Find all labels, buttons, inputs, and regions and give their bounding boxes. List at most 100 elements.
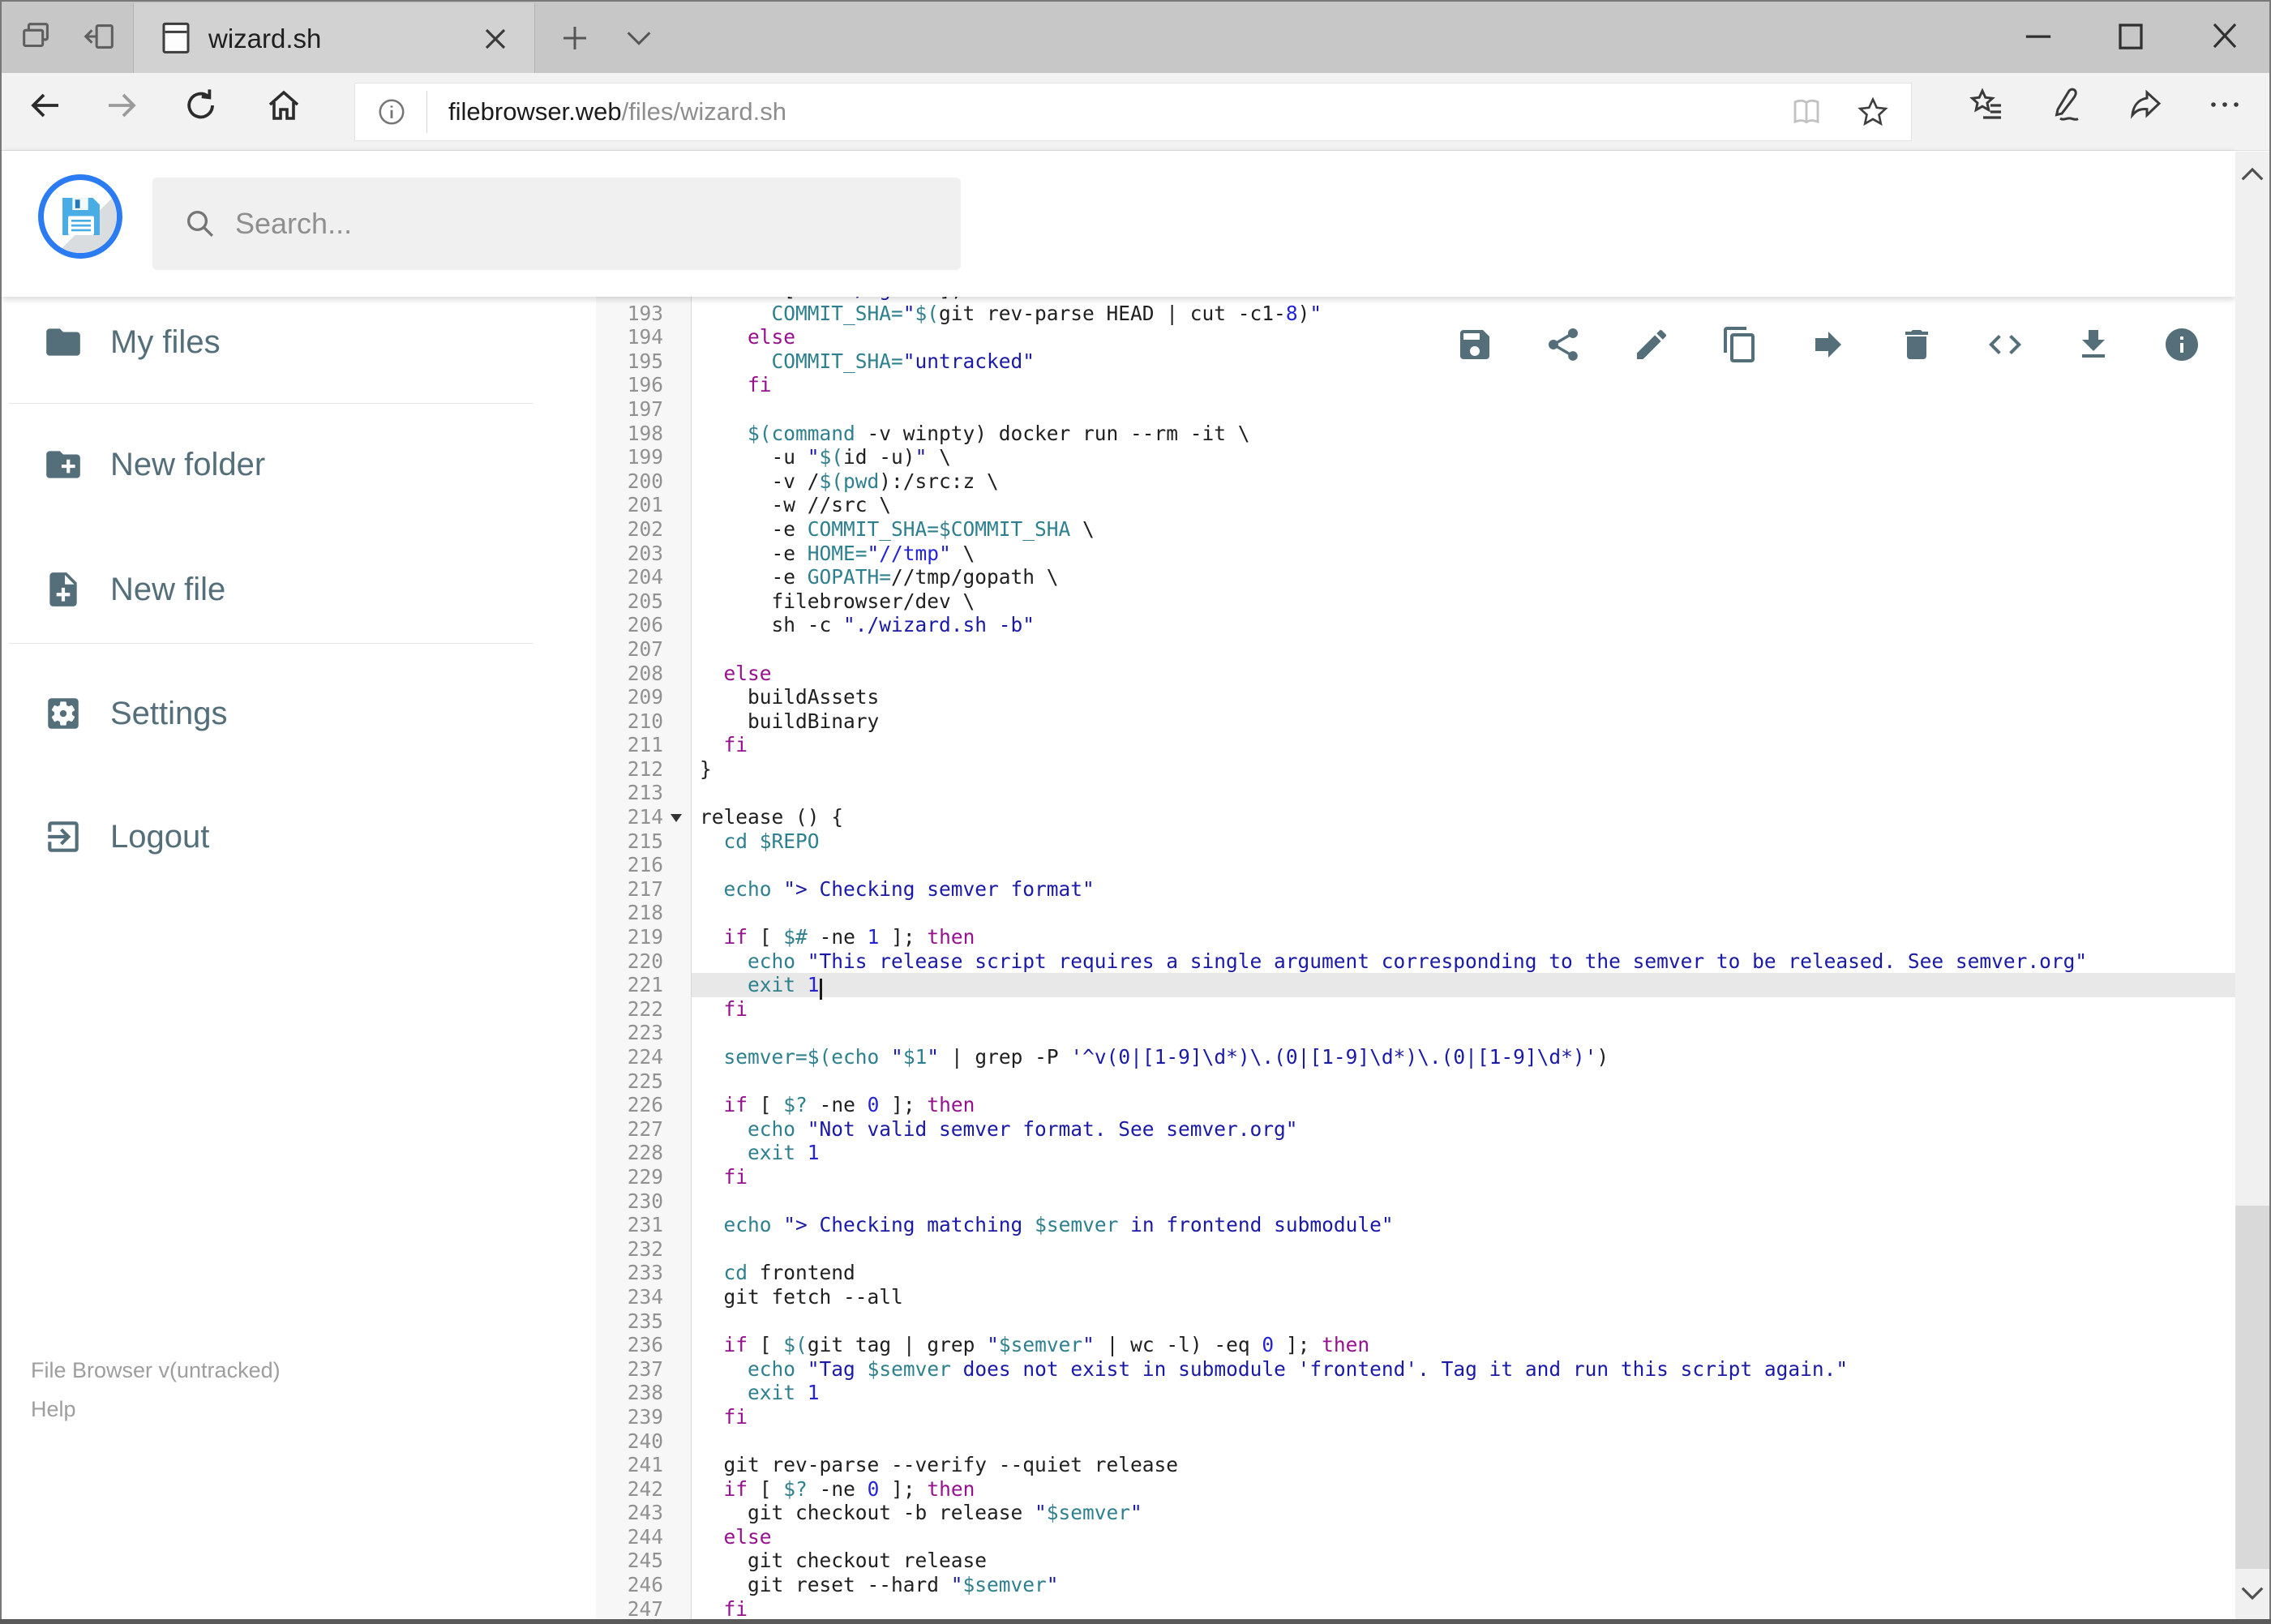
code-text[interactable]: -e HOME="//tmp" \ [692,542,2235,566]
share-button[interactable] [1544,325,1583,364]
code-line-225[interactable]: 225 [596,1069,2235,1094]
code-text[interactable]: -v /$(pwd):/src:z \ [692,469,2235,494]
code-line-197[interactable]: 197 [596,397,2235,422]
code-line-218[interactable]: 218 [596,901,2235,925]
code-line-217[interactable]: 217 echo "> Checking semver format" [596,877,2235,902]
code-line-221[interactable]: 221 exit 1 [596,973,2235,1001]
set-tabs-aside-icon[interactable] [81,18,118,55]
home-icon[interactable] [264,86,303,125]
refresh-icon[interactable] [182,86,221,125]
code-text[interactable]: exit 1 [692,1381,2235,1405]
sidebar-item-my-files[interactable]: My files [43,318,221,366]
code-text[interactable] [692,1021,2235,1045]
code-line-235[interactable]: 235 [596,1309,2235,1334]
code-line-224[interactable]: 224 semver=$(echo "$1" | grep -P '^v(0|[… [596,1045,2235,1069]
code-line-193[interactable]: 193 COMMIT_SHA="$(git rev-parse HEAD | c… [596,302,2235,326]
code-text[interactable] [692,1189,2235,1214]
code-text[interactable] [692,1429,2235,1454]
more-dots-icon[interactable] [2205,85,2244,124]
code-line-220[interactable]: 220 echo "This release script requires a… [596,949,2235,974]
code-line-236[interactable]: 236 if [ $(git tag | grep "$semver" | wc… [596,1333,2235,1357]
code-line-205[interactable]: 205 filebrowser/dev \ [596,589,2235,614]
code-text[interactable]: fi [692,1165,2235,1189]
forward-icon[interactable] [102,86,141,125]
maximize-icon[interactable] [2110,15,2152,57]
code-line-208[interactable]: 208 else [596,662,2235,686]
url-text[interactable]: filebrowser.web/files/wizard.sh [448,97,1789,126]
code-text[interactable] [692,1309,2235,1334]
url-address-bar[interactable]: filebrowser.web/files/wizard.sh [354,83,1912,141]
code-line-210[interactable]: 210 buildBinary [596,709,2235,734]
code-text[interactable]: else [692,1525,2235,1549]
code-text[interactable]: cd frontend [692,1261,2235,1285]
code-line-215[interactable]: 215 cd $REPO [596,829,2235,854]
scroll-down-icon[interactable] [2235,1575,2269,1613]
code-line-206[interactable]: 206 sh -c "./wizard.sh -b" [596,613,2235,637]
code-text[interactable]: semver=$(echo "$1" | grep -P '^v(0|[1-9]… [692,1045,2235,1069]
info-icon[interactable] [376,96,407,127]
code-line-207[interactable]: 207 [596,637,2235,662]
reading-view-icon[interactable] [1789,95,1823,129]
code-text[interactable] [692,1237,2235,1262]
code-line-241[interactable]: 241 git rev-parse --verify --quiet relea… [596,1453,2235,1477]
browser-tab[interactable]: wizard.sh [133,3,535,73]
code-text[interactable]: git checkout release [692,1549,2235,1573]
code-line-212[interactable]: 212} [596,757,2235,782]
code-text[interactable]: cd $REPO [692,829,2235,854]
code-line-244[interactable]: 244 else [596,1525,2235,1549]
code-line-196[interactable]: 196 fi [596,373,2235,397]
code-text[interactable]: -e GOPATH=//tmp/gopath \ [692,565,2235,589]
code-button[interactable] [1986,325,2025,364]
code-text[interactable] [692,781,2235,805]
code-text[interactable]: if [ $? -ne 0 ]; then [692,1477,2235,1502]
code-line-247[interactable]: 247 fi [596,1597,2235,1619]
code-line-227[interactable]: 227 echo "Not valid semver format. See s… [596,1117,2235,1142]
code-text[interactable] [692,397,2235,422]
code-line-245[interactable]: 245 git checkout release [596,1549,2235,1573]
code-line-213[interactable]: 213 [596,781,2235,805]
code-line-240[interactable]: 240 [596,1429,2235,1454]
code-line-211[interactable]: 211 fi [596,733,2235,757]
code-text[interactable]: echo "> Checking semver format" [692,877,2235,902]
tab-close-icon[interactable] [478,21,513,57]
code-text[interactable]: buildAssets [692,685,2235,709]
code-line-198[interactable]: 198 $(command -v winpty) docker run --rm… [596,422,2235,446]
sidebar-item-new-file[interactable]: New file [43,565,225,614]
code-editor[interactable]: 192 if [ -d "/.git" ]; then193 COMMIT_SH… [596,297,2235,1619]
code-text[interactable]: release () { [692,805,2235,829]
code-text[interactable]: fi [692,1405,2235,1429]
code-text[interactable]: filebrowser/dev \ [692,589,2235,614]
code-text[interactable] [692,637,2235,662]
scroll-up-icon[interactable] [2235,158,2269,195]
code-line-232[interactable]: 232 [596,1237,2235,1262]
sidebar-item-logout[interactable]: Logout [43,812,209,861]
code-text[interactable] [692,853,2235,877]
code-text[interactable]: } [692,757,2235,782]
code-line-204[interactable]: 204 -e GOPATH=//tmp/gopath \ [596,565,2235,589]
scrollbar-thumb[interactable] [2235,1206,2269,1569]
code-line-233[interactable]: 233 cd frontend [596,1261,2235,1285]
code-line-246[interactable]: 246 git reset --hard "$semver" [596,1573,2235,1597]
tab-list-chevron-icon[interactable] [623,26,655,52]
code-line-199[interactable]: 199 -u "$(id -u)" \ [596,445,2235,469]
code-line-243[interactable]: 243 git checkout -b release "$semver" [596,1501,2235,1525]
code-text[interactable]: -e COMMIT_SHA=$COMMIT_SHA \ [692,517,2235,542]
code-text[interactable]: if [ $(git tag | grep "$semver" | wc -l)… [692,1333,2235,1357]
code-text[interactable]: echo "Not valid semver format. See semve… [692,1117,2235,1142]
code-text[interactable] [692,1069,2235,1094]
back-icon[interactable] [26,86,65,125]
code-line-200[interactable]: 200 -v /$(pwd):/src:z \ [596,469,2235,494]
code-line-228[interactable]: 228 exit 1 [596,1141,2235,1165]
code-text[interactable]: echo "Tag $semver does not exist in subm… [692,1357,2235,1382]
code-text[interactable]: buildBinary [692,709,2235,734]
code-line-202[interactable]: 202 -e COMMIT_SHA=$COMMIT_SHA \ [596,517,2235,542]
code-line-234[interactable]: 234 git fetch --all [596,1285,2235,1309]
code-text[interactable]: else [692,662,2235,686]
code-text[interactable]: git rev-parse --verify --quiet release [692,1453,2235,1477]
code-line-242[interactable]: 242 if [ $? -ne 0 ]; then [596,1477,2235,1502]
code-line-223[interactable]: 223 [596,1021,2235,1045]
tab-preview-icon[interactable] [18,18,55,55]
help-link[interactable]: Help [31,1390,281,1429]
code-line-231[interactable]: 231 echo "> Checking matching $semver in… [596,1213,2235,1237]
page-scrollbar[interactable] [2235,152,2269,1619]
